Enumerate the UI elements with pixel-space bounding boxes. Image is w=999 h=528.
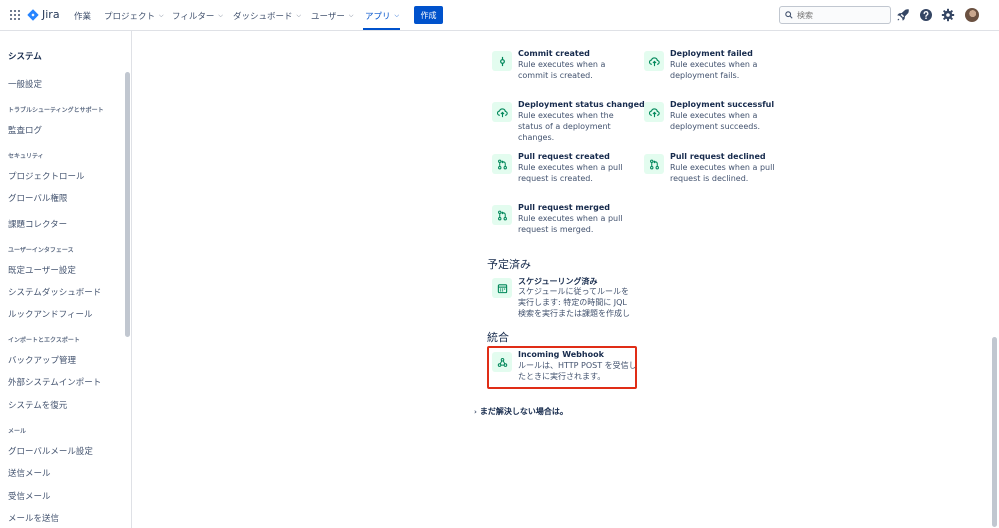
help-expander[interactable]: › まだ解決しない場合は。	[474, 406, 568, 417]
trigger-description: Rule executes when a commit is created.	[518, 60, 606, 80]
nav-active-indicator	[363, 28, 400, 30]
sidebar-title: システム	[8, 52, 42, 62]
sidebar-item-look-and-feel[interactable]: ルックアンドフィール	[8, 308, 93, 320]
search-input[interactable]	[797, 10, 882, 20]
sidebar-item-issue-collectors[interactable]: 課題コレクター	[8, 218, 67, 230]
top-navigation: Jira 作業 プロジェクト ⌵ フィルター ⌵ ダッシュボード ⌵ ユーザー ⌵ アプ…	[0, 0, 999, 31]
sidebar-item-send-email[interactable]: メールを送信	[8, 512, 59, 524]
page-scrollbar[interactable]	[992, 337, 997, 527]
nav-filters[interactable]: フィルター ⌵	[172, 8, 223, 24]
section-heading-scheduled: 予定済み	[487, 258, 531, 271]
sidebar-scrollbar[interactable]	[125, 72, 130, 337]
trigger-name: Pull request declined	[670, 152, 766, 161]
settings-icon[interactable]	[941, 8, 955, 22]
trigger-name: Pull request created	[518, 152, 610, 161]
sidebar-item-project-roles[interactable]: プロジェクトロール	[8, 170, 85, 182]
chevron-down-icon: ⌵	[218, 12, 223, 19]
sidebar-item-outgoing-mail[interactable]: 送信メール	[8, 467, 51, 479]
admin-sidebar: システム 一般設定 トラブルシューティングとサポート 監査ログ セキュリティ プ…	[0, 31, 132, 528]
chevron-down-icon: ⌵	[159, 12, 164, 19]
help-icon[interactable]	[919, 8, 933, 22]
sidebar-section-import-export: インポートとエクスポート	[8, 337, 80, 344]
trigger-pull-request-declined[interactable]: Pull request declined Rule executes when…	[644, 152, 794, 186]
nav-work-label: 作業	[74, 12, 92, 22]
trigger-commit-created[interactable]: Commit created Rule executes when a comm…	[492, 49, 642, 83]
trigger-scheduled[interactable]: スケジューリング済み スケジュールに従ってルールを実行します: 特定の時間に J…	[492, 276, 642, 320]
cloud-upload-icon	[644, 51, 664, 71]
sidebar-item-backup-manager[interactable]: バックアップ管理	[8, 354, 76, 366]
trigger-description: Rule executes when a pull request is mer…	[518, 214, 623, 234]
nav-dashboards[interactable]: ダッシュボード ⌵	[233, 8, 301, 24]
trigger-deployment-failed[interactable]: Deployment failed Rule executes when a d…	[644, 49, 794, 83]
jira-logo-icon	[27, 8, 39, 21]
trigger-description: Rule executes when a deployment succeeds…	[670, 111, 761, 131]
commit-icon	[492, 51, 512, 71]
trigger-deployment-status-changed[interactable]: Deployment status changed Rule executes …	[492, 100, 645, 142]
pull-request-icon	[644, 154, 664, 174]
sidebar-item-default-user-prefs[interactable]: 既定ユーザー設定	[8, 264, 76, 276]
nav-apps[interactable]: アプリ ⌵	[365, 8, 399, 24]
trigger-name: Deployment successful	[670, 100, 775, 109]
nav-filters-label: フィルター	[172, 12, 215, 22]
notifications-icon[interactable]	[896, 8, 910, 22]
help-expander-label: まだ解決しない場合は。	[479, 407, 568, 416]
chevron-down-icon: ⌵	[296, 12, 302, 19]
trigger-pull-request-created[interactable]: Pull request created Rule executes when …	[492, 152, 642, 186]
sidebar-section-user-interface: ユーザーインタフェース	[8, 247, 74, 254]
pull-request-icon	[492, 154, 512, 174]
sidebar-item-global-permissions[interactable]: グローバル権限	[8, 192, 67, 204]
trigger-name: Deployment failed	[670, 49, 753, 58]
trigger-name: Pull request merged	[518, 203, 611, 212]
search-icon	[785, 11, 793, 19]
calendar-icon	[492, 278, 512, 298]
pull-request-icon	[492, 205, 512, 225]
app-switcher-icon[interactable]	[10, 10, 20, 20]
chevron-down-icon: ⌵	[394, 12, 400, 19]
trigger-pull-request-merged[interactable]: Pull request merged Rule executes when a…	[492, 203, 642, 237]
trigger-description: Rule executes when a pull request is cre…	[518, 163, 623, 183]
create-button[interactable]: 作成	[414, 6, 443, 24]
trigger-description: Rule executes when the status of a deplo…	[518, 111, 614, 142]
nav-users-label: ユーザー	[311, 12, 345, 22]
sidebar-section-security: セキュリティ	[8, 153, 44, 160]
jira-logo[interactable]: Jira	[27, 8, 60, 21]
search-box[interactable]	[779, 6, 891, 24]
cloud-upload-icon	[644, 102, 664, 122]
sidebar-item-general-config[interactable]: 一般設定	[8, 78, 42, 90]
trigger-description: Rule executes when a deployment fails.	[670, 60, 758, 80]
nav-work[interactable]: 作業	[74, 8, 91, 24]
nav-projects-label: プロジェクト	[104, 12, 156, 22]
app-name: Jira	[42, 8, 60, 21]
sidebar-item-restore-system[interactable]: システムを復元	[8, 399, 67, 411]
sidebar-item-incoming-mail[interactable]: 受信メール	[8, 490, 51, 502]
nav-apps-label: アプリ	[365, 12, 391, 22]
sidebar-item-external-import[interactable]: 外部システムインポート	[8, 376, 101, 388]
trigger-description: Rule executes when a pull request is dec…	[670, 163, 775, 183]
highlight-box	[487, 346, 637, 389]
sidebar-section-mail: メール	[8, 428, 27, 435]
trigger-deployment-successful[interactable]: Deployment successful Rule executes when…	[644, 100, 794, 134]
trigger-name: Commit created	[518, 49, 590, 58]
sidebar-section-troubleshooting: トラブルシューティングとサポート	[8, 107, 104, 114]
avatar[interactable]	[965, 8, 979, 22]
chevron-right-icon: ›	[474, 407, 477, 416]
chevron-down-icon: ⌵	[348, 12, 354, 19]
trigger-name: Deployment status changed	[518, 100, 645, 109]
trigger-description: スケジュールに従ってルールを実行します: 特定の時間に JQL 検索を実行または…	[518, 287, 630, 318]
sidebar-item-global-mail-settings[interactable]: グローバルメール設定	[8, 445, 93, 457]
sidebar-item-system-dashboard[interactable]: システムダッシュボード	[8, 286, 101, 298]
cloud-upload-icon	[492, 102, 512, 122]
nav-users[interactable]: ユーザー ⌵	[311, 8, 353, 24]
section-heading-integration: 統合	[487, 331, 509, 344]
nav-dashboards-label: ダッシュボード	[233, 12, 293, 22]
nav-projects[interactable]: プロジェクト ⌵	[104, 8, 164, 24]
sidebar-item-audit-log[interactable]: 監査ログ	[8, 124, 42, 136]
